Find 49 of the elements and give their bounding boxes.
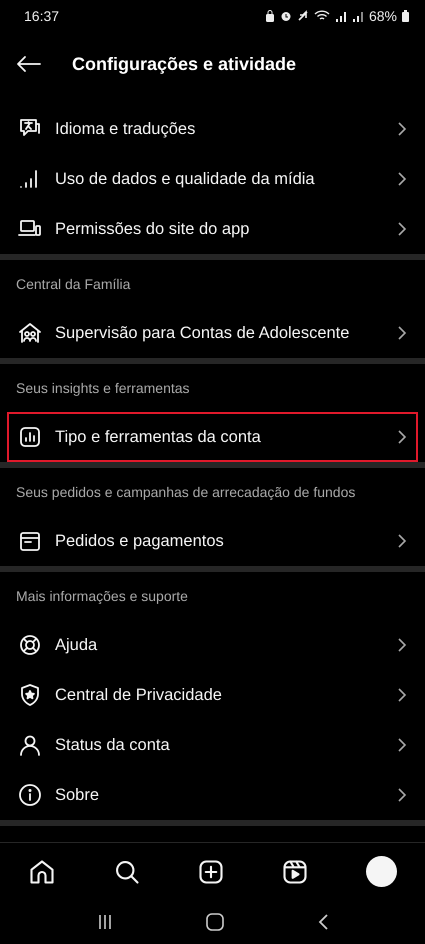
clock-time: 16:37 <box>24 8 60 24</box>
house-people-icon <box>18 321 42 345</box>
chevron-right-icon <box>397 429 407 445</box>
recent-apps-button[interactable] <box>96 914 112 930</box>
settings-item[interactable]: Ajuda <box>7 620 418 670</box>
shield-star-icon <box>18 683 42 707</box>
receipt-icon <box>18 529 42 553</box>
home-button[interactable] <box>206 913 224 931</box>
battery-level: 68% <box>368 8 397 24</box>
chevron-right-icon <box>397 637 407 653</box>
settings-item[interactable]: Sobre <box>7 770 418 820</box>
chevron-right-icon <box>397 325 407 341</box>
chart-icon <box>18 425 42 449</box>
chevron-right-icon <box>397 787 407 803</box>
section-heading: Seus insights e ferramentas <box>15 379 191 398</box>
info-icon <box>18 783 42 807</box>
back-button[interactable] <box>16 55 42 73</box>
settings-item[interactable]: Permissões do site do app <box>7 204 418 254</box>
reels-icon[interactable] <box>281 858 310 886</box>
settings-item[interactable]: Status da conta <box>7 720 418 770</box>
chevron-right-icon <box>397 737 407 753</box>
chevron-right-icon <box>397 687 407 703</box>
lock-icon <box>264 10 275 22</box>
settings-item[interactable]: Uso de dados e qualidade da mídia <box>7 154 418 204</box>
settings-item[interactable]: Supervisão para Contas de Adolescente <box>7 308 418 358</box>
alarm-icon <box>280 10 292 22</box>
profile-avatar[interactable] <box>366 856 397 887</box>
add-post-icon[interactable] <box>196 858 225 886</box>
chevron-right-icon <box>397 121 407 137</box>
settings-item[interactable]: Idioma e traduções <box>7 104 418 154</box>
signal-icon <box>334 10 347 22</box>
chevron-right-icon <box>397 533 407 549</box>
chevron-right-icon <box>397 221 407 237</box>
person-icon <box>18 733 42 757</box>
lifebuoy-icon <box>18 633 42 657</box>
settings-item[interactable]: Central de Privacidade <box>7 670 418 720</box>
back-nav-button[interactable] <box>316 913 328 931</box>
section-heading: Seus pedidos e campanhas de arrecadação de fundos <box>15 483 356 502</box>
settings-item[interactable]: Tipo e ferramentas da conta <box>7 412 418 462</box>
mute-icon <box>296 10 309 22</box>
settings-item[interactable]: Pedidos e pagamentos <box>7 516 418 566</box>
page-title: Configurações e atividade <box>72 54 296 74</box>
signal-icon <box>352 10 364 22</box>
section-heading: Mais informações e suporte <box>15 587 189 606</box>
home-icon[interactable] <box>28 858 56 886</box>
battery-icon <box>402 10 409 22</box>
section-heading: Central da Família <box>15 275 132 294</box>
wifi-icon <box>314 10 330 22</box>
chevron-right-icon <box>397 171 407 187</box>
